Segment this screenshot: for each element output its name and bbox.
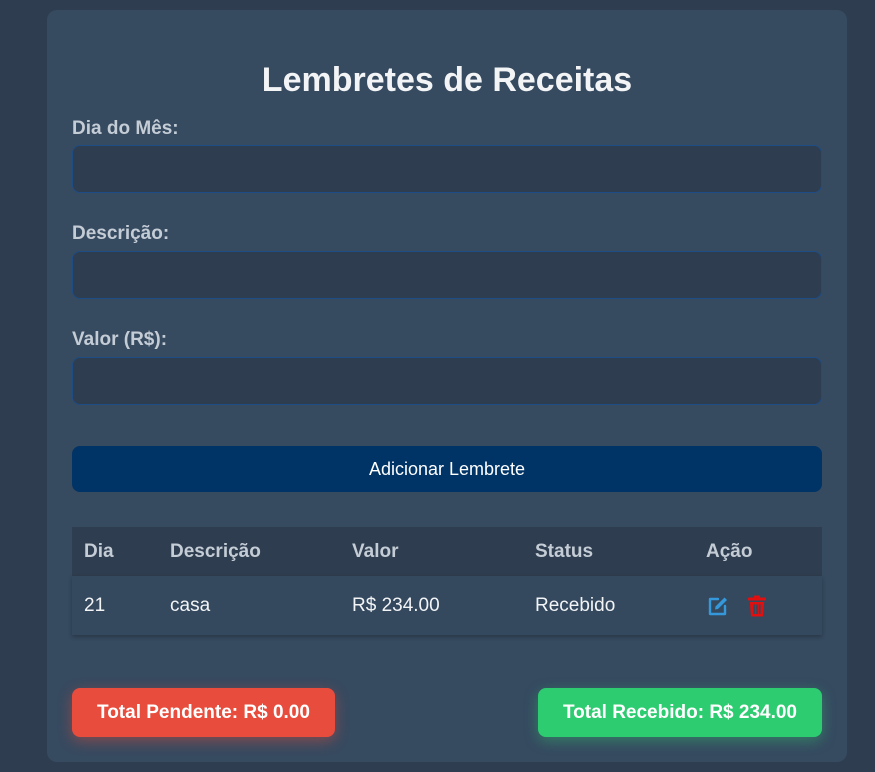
totals-bar: Total Pendente: R$ 0.00 Total Recebido: … bbox=[72, 688, 822, 737]
add-reminder-button[interactable]: Adicionar Lembrete bbox=[72, 446, 822, 492]
column-header-day: Dia bbox=[84, 540, 114, 562]
total-pending-badge: Total Pendente: R$ 0.00 bbox=[72, 688, 335, 737]
reminders-card: Lembretes de Receitas Dia do Mês: Descri… bbox=[47, 10, 847, 762]
day-input[interactable] bbox=[72, 145, 822, 193]
cell-day: 21 bbox=[84, 594, 106, 616]
reminders-table: Dia Descrição Valor Status Ação 21 casa … bbox=[72, 527, 822, 635]
column-header-description: Descrição bbox=[170, 540, 261, 562]
trash-icon[interactable] bbox=[745, 594, 769, 618]
total-received-badge: Total Recebido: R$ 234.00 bbox=[537, 688, 822, 737]
edit-icon[interactable] bbox=[706, 594, 730, 618]
description-label: Descrição: bbox=[72, 223, 170, 244]
day-label: Dia do Mês: bbox=[72, 118, 179, 139]
table-row: 21 casa R$ 234.00 Recebido bbox=[72, 576, 822, 635]
column-header-action: Ação bbox=[706, 540, 753, 562]
page-title: Lembretes de Receitas bbox=[261, 61, 633, 99]
cell-description: casa bbox=[170, 594, 211, 616]
amount-label: Valor (R$): bbox=[72, 329, 168, 350]
table-header-row: Dia Descrição Valor Status Ação bbox=[72, 527, 822, 576]
amount-input[interactable] bbox=[72, 357, 822, 405]
column-header-status: Status bbox=[535, 540, 594, 562]
cell-actions bbox=[694, 576, 822, 635]
cell-amount: R$ 234.00 bbox=[352, 594, 440, 616]
column-header-amount: Valor bbox=[352, 540, 399, 562]
cell-status: Recebido bbox=[535, 594, 616, 616]
description-input[interactable] bbox=[72, 251, 822, 299]
